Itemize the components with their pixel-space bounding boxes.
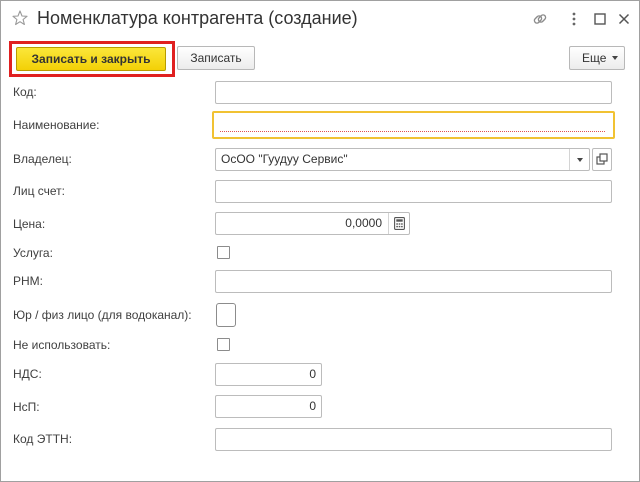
- maximize-icon[interactable]: [592, 11, 608, 27]
- service-label: Услуга:: [13, 246, 53, 260]
- code-field[interactable]: [215, 81, 612, 104]
- rnm-label: РНМ:: [13, 274, 43, 288]
- name-field[interactable]: [212, 111, 615, 139]
- open-icon: [596, 153, 608, 165]
- vat-label: НДС:: [13, 367, 42, 381]
- sales-tax-label: НсП:: [13, 400, 40, 414]
- name-label: Наименование:: [13, 118, 100, 132]
- save-and-close-highlight: Записать и закрыть: [9, 41, 175, 77]
- owner-dropdown-button[interactable]: [569, 149, 589, 170]
- chevron-down-icon: [612, 56, 618, 60]
- owner-value: ОсОО "Гуудуу Сервис": [221, 152, 348, 166]
- price-calculator-button[interactable]: [388, 213, 409, 234]
- calculator-icon: [394, 217, 405, 230]
- close-icon[interactable]: [616, 11, 632, 27]
- account-field[interactable]: [215, 180, 612, 203]
- owner-label: Владелец:: [13, 152, 72, 166]
- link-icon[interactable]: [532, 11, 548, 27]
- save-button[interactable]: Записать: [177, 46, 255, 70]
- not-used-label: Не использовать:: [13, 338, 111, 352]
- ettn-code-field[interactable]: [215, 428, 612, 451]
- price-label: Цена:: [13, 217, 46, 231]
- account-label: Лиц счет:: [13, 184, 66, 198]
- required-underline: [220, 131, 605, 132]
- owner-field[interactable]: ОсОО "Гуудуу Сервис": [215, 148, 590, 171]
- more-icon[interactable]: [566, 11, 582, 27]
- more-button-label: Еще: [582, 51, 607, 65]
- save-and-close-button[interactable]: Записать и закрыть: [16, 47, 166, 71]
- price-field[interactable]: 0,0000: [215, 212, 410, 235]
- code-label: Код:: [13, 85, 37, 99]
- legal-entity-checkbox[interactable]: [216, 303, 236, 327]
- dropdown-icon: [577, 158, 583, 162]
- price-value: 0,0000: [345, 216, 382, 230]
- form-window: Номенклатура контрагента (создание) Запи…: [0, 0, 640, 482]
- service-checkbox[interactable]: [217, 246, 230, 259]
- star-icon[interactable]: [11, 9, 29, 27]
- owner-open-button[interactable]: [592, 148, 612, 171]
- not-used-checkbox[interactable]: [217, 338, 230, 351]
- sales-tax-field[interactable]: 0: [215, 395, 322, 418]
- window-title: Номенклатура контрагента (создание): [37, 8, 358, 28]
- legal-entity-label: Юр / физ лицо (для водоканал):: [13, 308, 192, 322]
- ettn-code-label: Код ЭТТН:: [13, 432, 73, 446]
- vat-field[interactable]: 0: [215, 363, 322, 386]
- more-button[interactable]: Еще: [569, 46, 625, 70]
- rnm-field[interactable]: [215, 270, 612, 293]
